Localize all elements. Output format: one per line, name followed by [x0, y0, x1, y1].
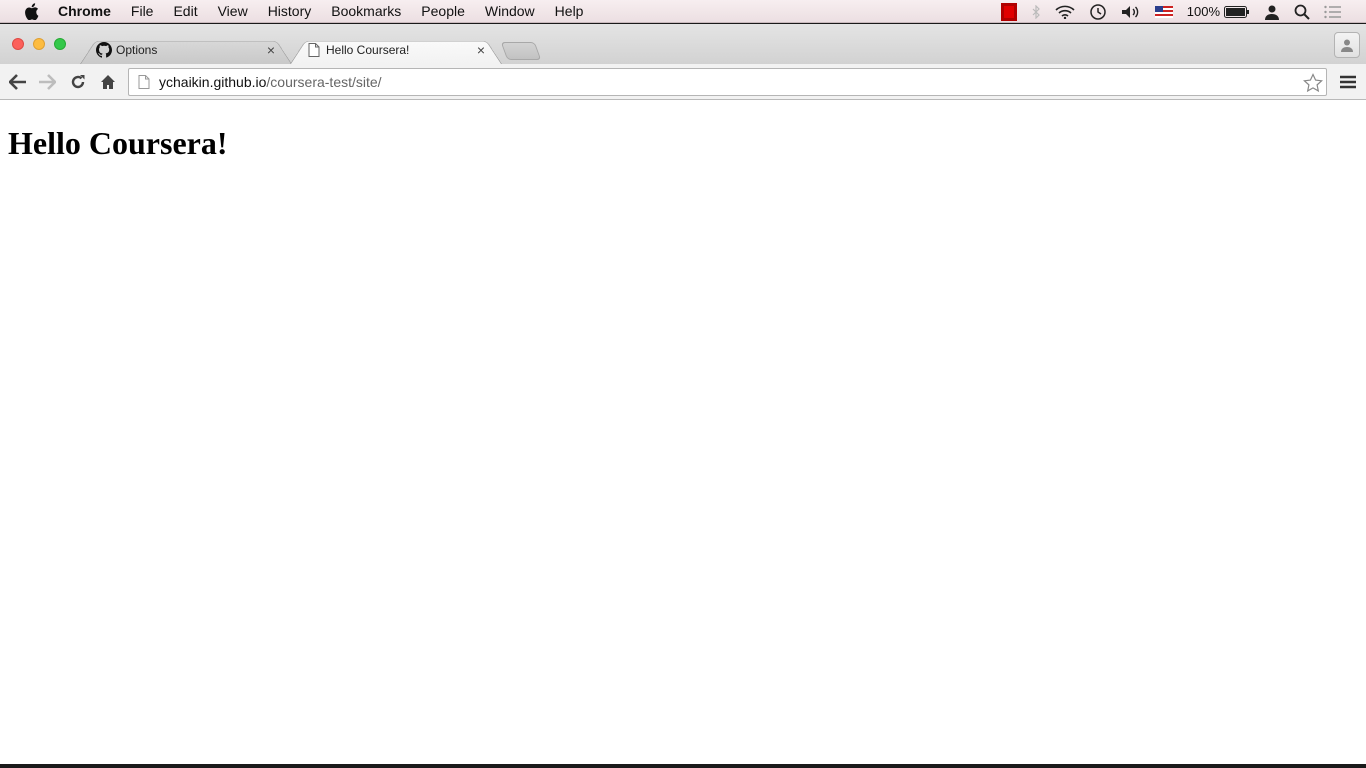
volume-icon[interactable]	[1121, 5, 1141, 19]
battery-percent: 100%	[1186, 4, 1220, 19]
page-heading: Hello Coursera!	[8, 125, 228, 161]
home-button[interactable]	[98, 72, 118, 92]
reload-icon	[71, 75, 85, 89]
menu-file[interactable]: File	[131, 3, 154, 19]
menu-bookmarks[interactable]: Bookmarks	[331, 3, 401, 19]
wifi-icon[interactable]	[1055, 5, 1075, 19]
tab-title: Hello Coursera!	[326, 43, 410, 57]
input-source-flag-icon[interactable]	[1154, 5, 1173, 18]
github-icon	[96, 42, 112, 58]
menu-view[interactable]: View	[218, 3, 248, 19]
url-host: ychaikin.github.io	[159, 74, 267, 90]
menu-people[interactable]: People	[421, 3, 465, 19]
menu-window[interactable]: Window	[485, 3, 535, 19]
url-path: /coursera-test/site/	[266, 74, 382, 90]
new-tab-button[interactable]	[504, 42, 538, 60]
battery-icon	[1224, 5, 1250, 18]
window-maximize-button[interactable]	[54, 38, 66, 50]
tab-hello-coursera[interactable]: Hello Coursera! ×	[290, 36, 502, 64]
tab-close-icon[interactable]: ×	[474, 43, 488, 57]
user-account-icon[interactable]	[1264, 4, 1280, 20]
window-minimize-button[interactable]	[33, 38, 45, 50]
address-bar[interactable]: ychaikin.github.io/coursera-test/site/	[128, 68, 1327, 96]
home-icon	[101, 75, 115, 89]
spotlight-search-icon[interactable]	[1294, 4, 1310, 20]
apple-menu-icon[interactable]	[22, 2, 40, 20]
tab-options[interactable]: Options ×	[80, 36, 292, 64]
menu-history[interactable]: History	[268, 3, 312, 19]
url-text[interactable]: ychaikin.github.io/coursera-test/site/	[159, 74, 382, 90]
forward-arrow-icon	[39, 74, 56, 90]
window-controls	[12, 38, 75, 50]
chrome-menu-button[interactable]	[1338, 72, 1358, 92]
browser-window: Options × Hello Coursera! × ychaikin.git…	[0, 24, 1366, 764]
browser-toolbar: ychaikin.github.io/coursera-test/site/	[0, 64, 1366, 100]
menu-edit[interactable]: Edit	[173, 3, 197, 19]
forward-button[interactable]	[37, 72, 57, 92]
bluetooth-icon[interactable]	[1031, 4, 1041, 19]
status-menus: 100%	[987, 0, 1366, 23]
page-info-icon[interactable]	[137, 74, 151, 90]
back-arrow-icon	[9, 74, 26, 90]
person-icon	[1341, 39, 1353, 52]
time-machine-icon[interactable]	[1089, 3, 1107, 21]
notification-center-icon[interactable]	[1324, 5, 1342, 19]
window-close-button[interactable]	[12, 38, 24, 50]
hamburger-menu-icon	[1340, 75, 1356, 89]
macos-menu-bar: Chrome File Edit View History Bookmarks …	[0, 0, 1366, 23]
profile-button[interactable]	[1334, 32, 1360, 58]
reload-button[interactable]	[68, 72, 88, 92]
bookmark-star-icon[interactable]	[1302, 72, 1324, 94]
recording-icon[interactable]	[1000, 2, 1017, 21]
battery-status[interactable]: 100%	[1187, 4, 1250, 19]
page-content: Hello Coursera!	[0, 101, 1366, 764]
menu-help[interactable]: Help	[555, 3, 584, 19]
page-icon	[306, 42, 322, 58]
tab-close-icon[interactable]: ×	[264, 43, 278, 57]
tab-strip: Options × Hello Coursera! ×	[0, 24, 1366, 64]
back-button[interactable]	[8, 72, 28, 92]
menu-chrome[interactable]: Chrome	[58, 3, 111, 19]
tab-title: Options	[116, 43, 158, 57]
